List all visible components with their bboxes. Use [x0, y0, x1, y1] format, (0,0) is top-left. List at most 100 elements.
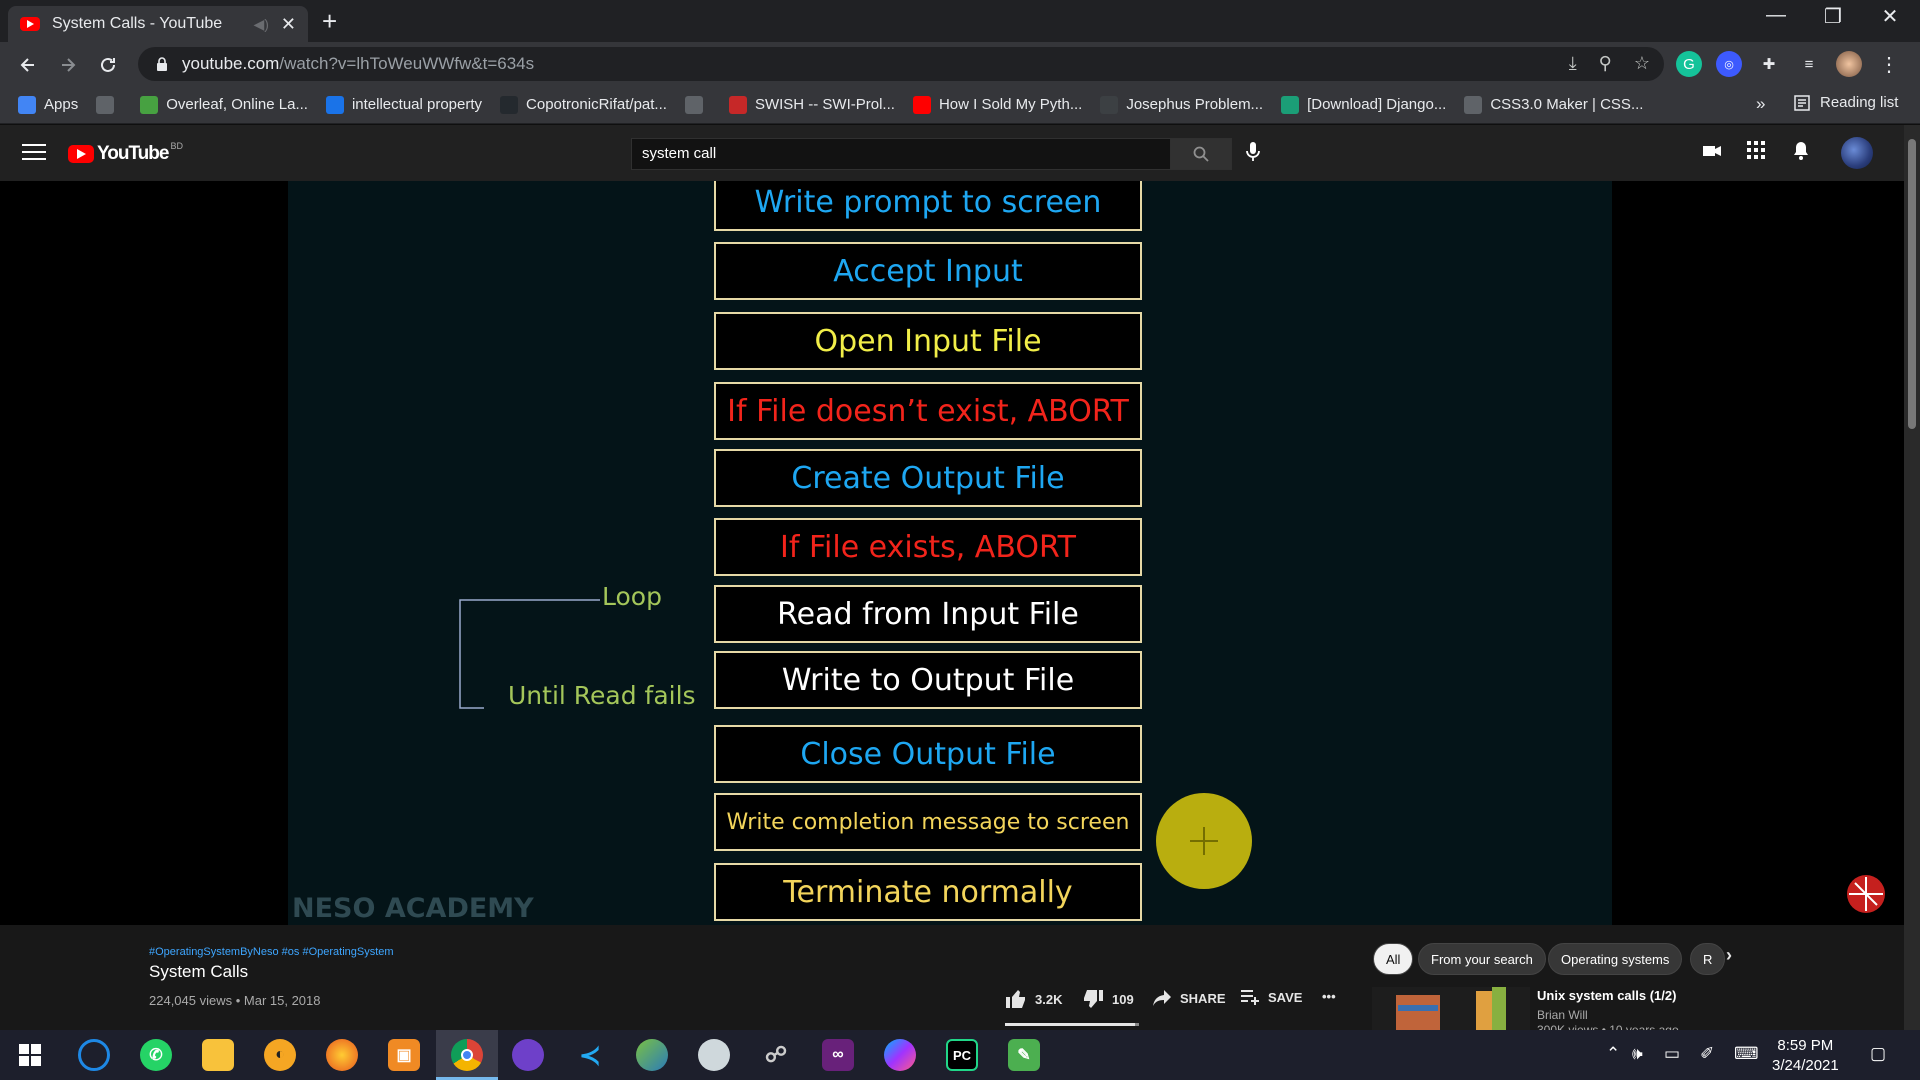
visual-studio-icon[interactable]: ∞	[822, 1039, 854, 1071]
system-clock[interactable]: 8:59 PM 3/24/2021	[1772, 1036, 1839, 1076]
close-window-button[interactable]: ✕	[1862, 4, 1918, 29]
like-ratio-fill	[1005, 1023, 1135, 1026]
hamburger-menu-icon[interactable]	[22, 139, 46, 165]
github-desktop-icon[interactable]	[512, 1039, 544, 1071]
apps-grid-icon[interactable]	[1747, 141, 1765, 159]
share-button[interactable]: SHARE	[1152, 989, 1226, 1007]
minimize-button[interactable]: —	[1748, 4, 1804, 27]
notifications-bell-icon[interactable]	[1792, 141, 1810, 161]
search-input[interactable]: system call	[631, 138, 1171, 170]
bookmark-star-icon[interactable]: ☆	[1634, 53, 1650, 74]
recommended-video-channel[interactable]: Brian Will	[1537, 1008, 1588, 1022]
app-icon-globe[interactable]	[636, 1039, 668, 1071]
vscode-icon[interactable]: ≺	[574, 1039, 606, 1071]
app-icon-tools[interactable]	[698, 1039, 730, 1071]
bookmark-label: intellectual property	[351, 96, 483, 113]
bookmark-label: CSS3.0 Maker | CSS...	[1490, 96, 1644, 113]
search-button[interactable]	[1170, 138, 1232, 170]
reading-list-button[interactable]: Reading list	[1794, 94, 1898, 111]
bookmarks-overflow-button[interactable]: »	[1756, 94, 1765, 114]
page-scrollbar[interactable]	[1904, 125, 1920, 1030]
recommended-video-title[interactable]: Unix system calls (1/2)	[1537, 988, 1676, 1003]
tab-title: System Calls - YouTube	[52, 15, 223, 32]
more-actions-button[interactable]: •••	[1322, 989, 1336, 1004]
url-host: youtube.com	[182, 54, 280, 73]
flowchart-step: Open Input File	[714, 312, 1142, 370]
playlist-add-icon	[1241, 990, 1259, 1005]
scrollbar-thumb[interactable]	[1908, 139, 1916, 429]
browser-toolbar: youtube.com/watch?v=lhToWeuWWfw&t=634s ⤓…	[0, 42, 1920, 86]
bookmark-item[interactable]: intellectual property	[325, 95, 483, 114]
bookmark-favicon-icon	[140, 95, 159, 114]
flowchart-step: Read from Input File	[714, 585, 1142, 643]
filter-chip[interactable]: From your search	[1418, 943, 1546, 975]
like-button[interactable]: 3.2K	[1005, 989, 1062, 1009]
recommended-video-thumbnail[interactable]	[1372, 987, 1530, 1030]
channel-watermark-icon[interactable]	[1847, 875, 1885, 913]
bookmark-item[interactable]: SWISH -- SWI-Prol...	[728, 95, 895, 114]
mute-tab-icon[interactable]: ◀)	[253, 16, 268, 33]
browser-tab[interactable]: System Calls - YouTube ◀) ✕	[8, 6, 308, 42]
create-video-icon[interactable]	[1702, 141, 1722, 161]
save-button[interactable]: SAVE	[1240, 989, 1302, 1005]
close-tab-icon[interactable]: ✕	[281, 14, 296, 35]
thumbs-down-icon	[1084, 990, 1103, 1008]
extensions-puzzle-icon[interactable]: ✚	[1756, 51, 1782, 77]
bookmark-item[interactable]: Apps	[18, 95, 78, 114]
account-avatar[interactable]	[1841, 137, 1873, 169]
bookmark-favicon-icon	[1281, 95, 1300, 114]
back-button[interactable]	[14, 50, 42, 78]
chips-next-icon[interactable]: ›	[1726, 945, 1732, 966]
bookmark-item[interactable]: [Download] Django...	[1281, 95, 1446, 114]
zoom-icon[interactable]: ⚲	[1599, 53, 1612, 74]
install-app-icon[interactable]: ⤓	[1569, 53, 1577, 74]
new-tab-button[interactable]: +	[322, 6, 337, 37]
bookmark-item[interactable]: CSS3.0 Maker | CSS...	[1464, 95, 1644, 114]
filter-chip[interactable]: R	[1690, 943, 1726, 975]
app-icon-satellite[interactable]: ☍	[760, 1039, 792, 1071]
youtube-logo[interactable]: YouTube BD	[68, 141, 183, 165]
bookmark-item[interactable]	[96, 95, 122, 114]
bookmark-item[interactable]	[684, 95, 711, 114]
security-app-icon[interactable]: ◐	[264, 1039, 296, 1071]
extension-icon[interactable]: ◎	[1716, 51, 1742, 77]
touch-keyboard-icon[interactable]: ⌨	[1734, 1044, 1759, 1064]
bookmark-item[interactable]: How I Sold My Pyth...	[912, 95, 1082, 114]
restore-button[interactable]: ❐	[1805, 4, 1861, 29]
volume-icon[interactable]: 🕪	[1632, 1044, 1643, 1064]
action-center-icon[interactable]: ▢	[1870, 1044, 1886, 1064]
whatsapp-icon[interactable]: ✆	[140, 1039, 172, 1071]
filter-chip[interactable]: Operating systems	[1548, 943, 1683, 975]
chrome-taskbar-icon[interactable]	[451, 1039, 483, 1071]
address-bar[interactable]: youtube.com/watch?v=lhToWeuWWfw&t=634s ⤓…	[138, 47, 1664, 81]
chrome-menu-icon[interactable]: ⋮	[1876, 51, 1902, 77]
profile-avatar[interactable]	[1836, 51, 1862, 77]
media-queue-icon[interactable]: ≡	[1796, 51, 1822, 77]
dislike-button[interactable]: 109	[1082, 989, 1134, 1009]
bookmark-item[interactable]: Overleaf, Online La...	[140, 95, 308, 114]
app-icon-spreadsheet[interactable]: ✎	[1008, 1039, 1040, 1071]
filter-chip[interactable]: All	[1373, 943, 1414, 975]
bookmark-item[interactable]: CopotronicRifat/pat...	[500, 95, 667, 114]
forward-button[interactable]	[54, 50, 82, 78]
show-hidden-icons-icon[interactable]: ⌃	[1606, 1044, 1620, 1064]
reload-button[interactable]	[94, 50, 122, 78]
file-explorer-icon[interactable]	[202, 1039, 234, 1071]
pycharm-icon[interactable]: PC	[946, 1039, 978, 1071]
bookmark-label: Josephus Problem...	[1126, 96, 1264, 113]
lock-icon[interactable]	[156, 57, 168, 71]
video-hashtags[interactable]: #OperatingSystemByNeso #os #OperatingSys…	[149, 946, 394, 958]
vlc-or-app-icon[interactable]: ▣	[388, 1039, 420, 1071]
pen-icon[interactable]: ✐	[1700, 1044, 1714, 1064]
flowchart-step: Write completion message to screen	[714, 793, 1142, 851]
windows-start-icon[interactable]	[14, 1039, 46, 1071]
network-icon[interactable]: ▭	[1664, 1044, 1680, 1064]
grammarly-extension-icon[interactable]: G	[1676, 51, 1702, 77]
cortana-icon[interactable]	[78, 1039, 110, 1071]
messenger-icon[interactable]	[884, 1039, 916, 1071]
video-player[interactable]: Write prompt to screen Accept Input Open I…	[0, 181, 1904, 925]
bookmark-item[interactable]: Josephus Problem...	[1100, 95, 1264, 114]
video-frame[interactable]: Write prompt to screen Accept Input Open I…	[288, 181, 1612, 925]
firefox-icon[interactable]	[326, 1039, 358, 1071]
voice-search-button[interactable]	[1244, 141, 1262, 163]
